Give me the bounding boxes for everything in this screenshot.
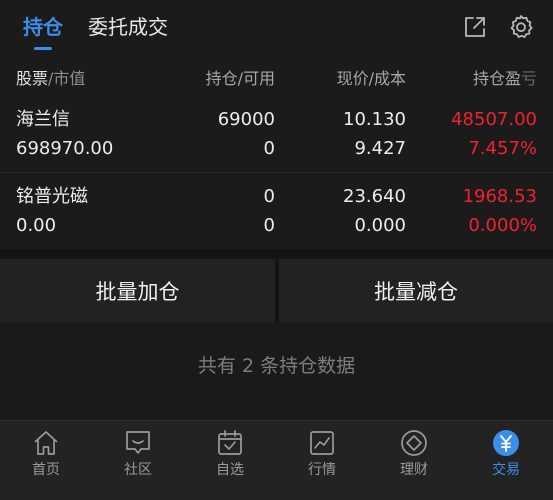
nav-trade[interactable]: 交易: [460, 421, 552, 500]
header-stock-market-value: 股票/市值: [16, 65, 85, 89]
holding-qty: 0: [263, 186, 275, 207]
header-pl-label-faded: 亏: [520, 69, 537, 88]
market-value: 698970.00: [16, 138, 114, 159]
watchlist-icon: [215, 428, 245, 458]
bottom-nav: 首页 社区 自选 行情 理财 交易: [0, 420, 553, 500]
batch-actions: 批量加仓 批量减仓: [0, 259, 553, 323]
table-header: 股票/市值 持仓/可用 现价/成本 持仓盈亏: [0, 56, 553, 94]
batch-reduce-button[interactable]: 批量减仓: [279, 259, 553, 323]
header-stock-label: 股票: [16, 69, 49, 88]
stock-name: 海兰信: [16, 109, 70, 130]
nav-label: 自选: [216, 462, 244, 478]
home-icon: [31, 428, 61, 458]
market-value: 0.00: [16, 215, 57, 236]
gear-icon[interactable]: [507, 13, 535, 41]
stock-name: 铭普光磁: [16, 186, 88, 207]
positions-summary: 共有 2 条持仓数据: [0, 323, 553, 420]
nav-market[interactable]: 行情: [276, 421, 368, 500]
header-market-value-label: 市值: [53, 69, 86, 88]
table-row[interactable]: 海兰信 698970.00 69000 0 10.130 9.427 48507…: [0, 100, 553, 176]
batch-add-button[interactable]: 批量加仓: [0, 259, 275, 323]
top-bar: 持仓 委托成交: [0, 0, 553, 56]
cost-price: 0.000: [354, 215, 406, 236]
share-icon[interactable]: [461, 13, 489, 41]
nav-community[interactable]: 社区: [92, 421, 184, 500]
positions-table: 股票/市值 持仓/可用 现价/成本 持仓盈亏 海兰信 698970.00 690…: [0, 56, 553, 249]
nav-label: 首页: [32, 462, 60, 478]
chat-icon: [123, 428, 153, 458]
active-tab-indicator: [34, 47, 52, 50]
nav-label: 行情: [308, 462, 336, 478]
current-price: 23.640: [343, 186, 406, 207]
nav-label: 社区: [124, 462, 152, 478]
chart-icon: [307, 428, 337, 458]
profit-loss: 1968.53: [462, 186, 537, 207]
tab-orders-trades[interactable]: 委托成交: [88, 14, 168, 40]
table-row[interactable]: 铭普光磁 0.00 0 0 23.640 0.000 1968.53 0.000…: [0, 177, 553, 253]
holding-qty: 69000: [217, 109, 275, 130]
profit-loss-pct: 0.000%: [468, 215, 537, 236]
cost-price: 9.427: [354, 138, 406, 159]
yen-icon: [491, 428, 521, 458]
header-profit-loss: 持仓盈亏: [473, 65, 537, 89]
nav-label: 理财: [400, 462, 428, 478]
header-pl-label: 持仓盈: [472, 69, 521, 88]
nav-home[interactable]: 首页: [0, 421, 92, 500]
header-holding-available: 持仓/可用: [205, 69, 275, 88]
profit-loss: 48507.00: [451, 109, 537, 130]
tab-positions[interactable]: 持仓: [23, 14, 63, 40]
available-qty: 0: [263, 215, 275, 236]
header-price-cost: 现价/成本: [336, 69, 406, 88]
row-divider: [0, 172, 553, 173]
available-qty: 0: [263, 138, 275, 159]
positions-screen: 持仓 委托成交 股票/市值 持仓/可用 现价/成本 持仓盈亏 海兰信 69897…: [0, 0, 553, 500]
positions-count-text: 共有 2 条持仓数据: [197, 355, 356, 377]
profit-loss-pct: 7.457%: [468, 138, 537, 159]
nav-watchlist[interactable]: 自选: [184, 421, 276, 500]
nav-label: 交易: [492, 462, 520, 478]
current-price: 10.130: [343, 109, 406, 130]
nav-wealth[interactable]: 理财: [368, 421, 460, 500]
diamond-icon: [399, 428, 429, 458]
